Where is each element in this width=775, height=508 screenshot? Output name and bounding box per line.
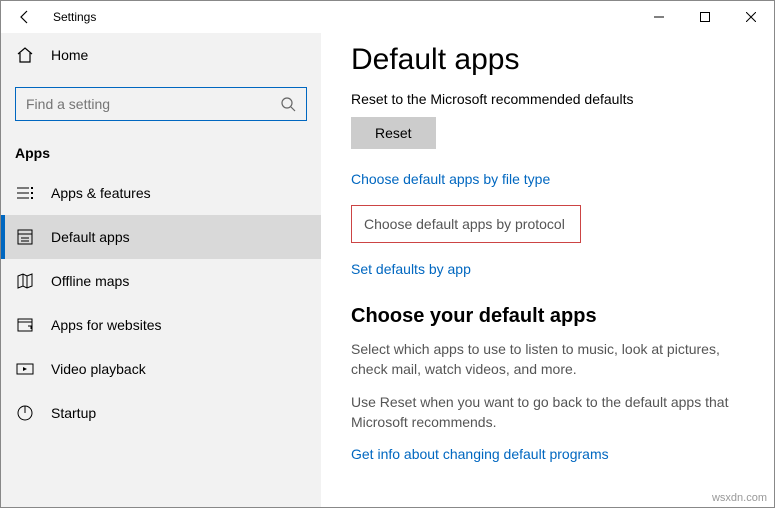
nav-default-apps[interactable]: Default apps bbox=[1, 215, 321, 259]
nav-label: Default apps bbox=[51, 229, 130, 245]
main-content: Default apps Reset to the Microsoft reco… bbox=[321, 33, 774, 507]
settings-window: Settings Home Apps bbox=[0, 0, 775, 508]
window-title: Settings bbox=[49, 10, 96, 24]
nav-label: Video playback bbox=[51, 361, 146, 377]
close-button[interactable] bbox=[728, 1, 774, 33]
link-protocol[interactable]: Choose default apps by protocol bbox=[351, 205, 581, 243]
nav-label: Offline maps bbox=[51, 273, 129, 289]
choose-heading: Choose your default apps bbox=[351, 305, 744, 328]
reset-button[interactable]: Reset bbox=[351, 117, 436, 149]
choose-paragraph: Select which apps to use to listen to mu… bbox=[351, 340, 744, 379]
window-body: Home Apps Apps & features Default ap bbox=[1, 33, 774, 507]
startup-icon bbox=[15, 404, 35, 422]
back-button[interactable] bbox=[1, 1, 49, 33]
home-icon bbox=[15, 46, 35, 64]
nav-apps-for-websites[interactable]: Apps for websites bbox=[1, 303, 321, 347]
home-nav[interactable]: Home bbox=[1, 33, 321, 77]
apps-features-icon bbox=[15, 184, 35, 202]
link-info[interactable]: Get info about changing default programs bbox=[351, 446, 609, 462]
section-heading: Apps bbox=[1, 139, 321, 171]
nav-offline-maps[interactable]: Offline maps bbox=[1, 259, 321, 303]
offline-maps-icon bbox=[15, 272, 35, 290]
link-by-app[interactable]: Set defaults by app bbox=[351, 261, 471, 277]
search-icon bbox=[280, 96, 296, 112]
home-label: Home bbox=[51, 47, 88, 63]
nav-startup[interactable]: Startup bbox=[1, 391, 321, 435]
minimize-button[interactable] bbox=[636, 1, 682, 33]
page-heading: Default apps bbox=[351, 43, 744, 77]
video-playback-icon bbox=[15, 360, 35, 378]
sidebar: Home Apps Apps & features Default ap bbox=[1, 33, 321, 507]
nav-video-playback[interactable]: Video playback bbox=[1, 347, 321, 391]
apps-websites-icon bbox=[15, 316, 35, 334]
nav-label: Startup bbox=[51, 405, 96, 421]
reset-paragraph: Use Reset when you want to go back to th… bbox=[351, 393, 744, 432]
nav-apps-features[interactable]: Apps & features bbox=[1, 171, 321, 215]
search-input[interactable] bbox=[26, 96, 280, 112]
link-file-type[interactable]: Choose default apps by file type bbox=[351, 171, 550, 187]
nav-label: Apps & features bbox=[51, 185, 151, 201]
reset-description: Reset to the Microsoft recommended defau… bbox=[351, 91, 744, 107]
watermark: wsxdn.com bbox=[712, 492, 767, 504]
default-apps-icon bbox=[15, 228, 35, 246]
titlebar: Settings bbox=[1, 1, 774, 33]
search-box[interactable] bbox=[15, 87, 307, 121]
maximize-button[interactable] bbox=[682, 1, 728, 33]
nav-label: Apps for websites bbox=[51, 317, 162, 333]
